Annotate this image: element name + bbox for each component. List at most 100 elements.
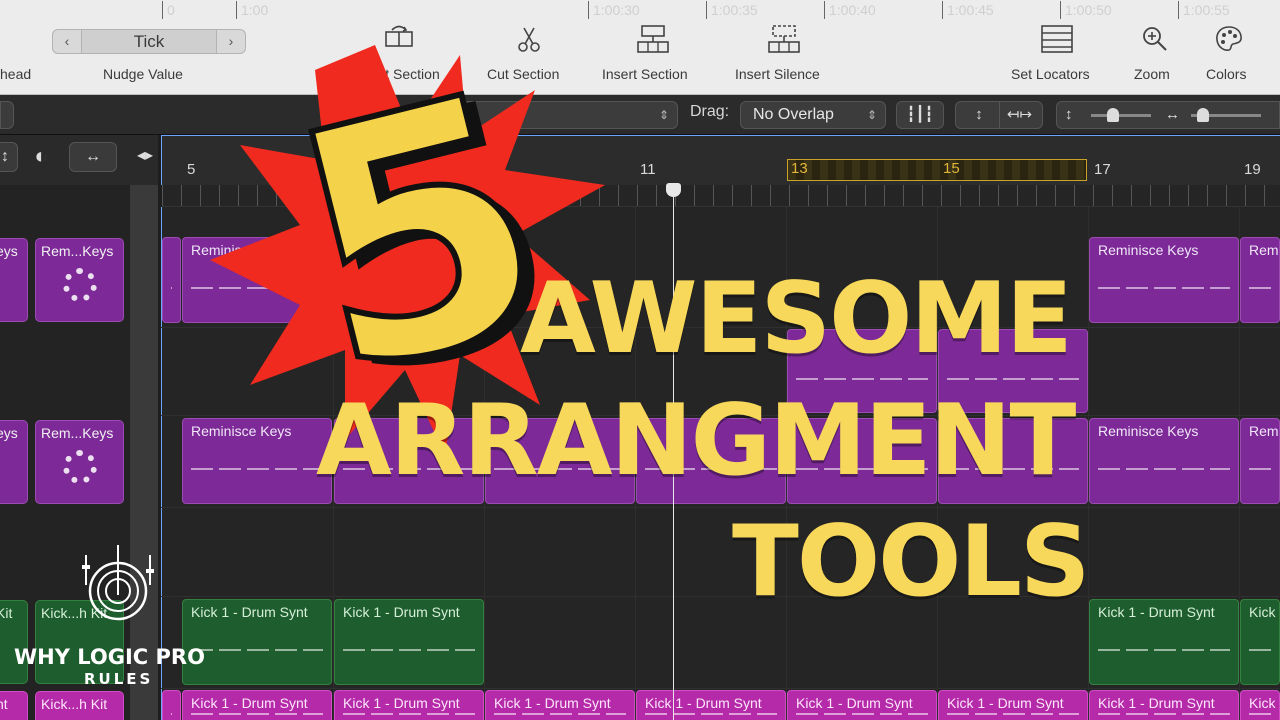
region-label: Kick 1 - Drum Synt: [796, 695, 913, 711]
vertical-zoom-slider[interactable]: [1091, 114, 1151, 117]
ruler-time-label: 1:00:50: [1060, 1, 1112, 19]
contrast-icon[interactable]: ◐: [26, 142, 56, 172]
region[interactable]: Kick 1 - Drum Synt: [182, 599, 332, 685]
playhead-label-fragment: head: [0, 66, 32, 82]
region[interactable]: [162, 237, 181, 323]
track-header-cell[interactable]: eys: [0, 238, 28, 322]
track-label: Rem...Keys: [41, 243, 114, 259]
vertical-horizontal-fit-group[interactable]: ↕ ↤↦: [955, 101, 1043, 129]
region-label: Reminisce Keys: [1098, 242, 1199, 258]
region[interactable]: Kick 1 - Drum Synt: [938, 690, 1088, 720]
region[interactable]: Reminisce Keys: [1089, 237, 1239, 323]
drummer-icon: [62, 449, 97, 484]
region[interactable]: Rem: [1240, 237, 1280, 323]
cycle-range[interactable]: [787, 159, 1087, 181]
region[interactable]: Kick 1 - Drum Synt: [182, 690, 332, 720]
ruler-time-label: 0: [162, 1, 175, 19]
chevron-updown-icon[interactable]: ↕: [0, 142, 18, 172]
drag-label: Drag:: [690, 103, 730, 120]
region[interactable]: Kick 1 - Drum Synt: [1089, 690, 1239, 720]
track-divider: [161, 596, 1280, 597]
split-icon[interactable]: ◂▸: [133, 142, 157, 172]
ruler-time-label: 1:00:30: [588, 1, 640, 19]
fit-vertical-icon[interactable]: ↕: [959, 102, 999, 128]
set-locators-icon[interactable]: [1040, 22, 1074, 56]
waveform-zoom-icon[interactable]: ┇┃┇: [896, 101, 944, 129]
region-label: Kick 1 - Drum Synt: [191, 604, 308, 620]
nudge-value-label: Nudge Value: [103, 66, 183, 82]
vertical-zoom-thumb[interactable]: [1107, 108, 1119, 122]
track-header-scrollbar[interactable]: [130, 185, 158, 720]
zoom-icon[interactable]: [1138, 22, 1172, 56]
drag-mode-value: No Overlap: [753, 106, 834, 123]
chevron-left-icon[interactable]: ‹: [53, 30, 81, 53]
track-header-cell[interactable]: Kit: [0, 600, 28, 684]
zoom-button[interactable]: Zoom: [1134, 66, 1170, 82]
track-label: eys: [0, 425, 18, 441]
region[interactable]: Kick 1 - Drum Synt: [787, 690, 937, 720]
chevron-updown-icon: ⇕: [658, 108, 669, 122]
arrange-toolbar: S ⇕ No Overlap ⇕ ┇┃┇ ↕ ↤↦ ↕ ↔: [0, 95, 1280, 135]
why-logic-pro-logo: [82, 545, 154, 621]
region-label: Kick 1 - Drum Synt: [343, 695, 460, 711]
region[interactable]: Kick 1 - Drum Synt: [636, 690, 786, 720]
insert-silence-icon[interactable]: [767, 22, 801, 56]
watermark-title: WHY LOGIC PRO: [14, 645, 205, 669]
insert-silence-button[interactable]: Insert Silence: [735, 66, 820, 82]
watermark-subtitle: RULES: [84, 670, 154, 688]
palette-icon[interactable]: [1212, 22, 1246, 56]
vertical-zoom-icon: ↕: [1065, 106, 1073, 123]
region[interactable]: Kick: [1240, 690, 1280, 720]
ruler-bar-number: 19: [1244, 161, 1261, 178]
track-label: Kit: [0, 605, 13, 621]
region[interactable]: Kick 1 - Drum Synt: [485, 690, 635, 720]
ruler-time-label: 1:00:45: [942, 1, 994, 19]
horizontal-zoom-icon: ↔: [1165, 106, 1180, 123]
track-header-cell[interactable]: nt: [0, 691, 28, 720]
track-label: eys: [0, 243, 18, 259]
track-header-cell[interactable]: Rem...Keys: [35, 238, 124, 322]
track-header-cell[interactable]: Rem...Keys: [35, 420, 124, 504]
region-label: Reminisce Keys: [1098, 423, 1199, 439]
ruler-time-label: 1:00:35: [706, 1, 758, 19]
expand-horizontal-icon[interactable]: ↔: [69, 142, 117, 172]
ruler-bar-number: 11: [640, 161, 656, 178]
track-label: Kick...h Kit: [41, 696, 108, 712]
playhead-handle[interactable]: [666, 183, 681, 197]
region[interactable]: [162, 690, 181, 720]
region[interactable]: Kick 1 - Drum Synt: [334, 690, 484, 720]
region-label: Kick 1 - Drum Synt: [343, 604, 460, 620]
region-label: Kick 1 - Drum Synt: [191, 695, 308, 711]
ruler-time-label: 1:00:55: [1178, 1, 1230, 19]
insert-section-icon[interactable]: [636, 22, 670, 56]
region-label: Kick 1 - Drum Synt: [1098, 695, 1215, 711]
region[interactable]: Kick 1 - Drum Synt: [1089, 599, 1239, 685]
region[interactable]: Kick 1 - Drum Synt: [334, 599, 484, 685]
region-label: Kick 1 - Drum Synt: [947, 695, 1064, 711]
track-label: Rem...Keys: [41, 425, 114, 441]
set-locators-button[interactable]: Set Locators: [1011, 66, 1090, 82]
chevron-updown-icon: ⇕: [866, 108, 877, 122]
ruler-bar-number: 17: [1094, 161, 1111, 178]
drummer-icon: [62, 267, 97, 302]
region[interactable]: Kick: [1240, 599, 1280, 685]
region[interactable]: Reminisce Keys: [1089, 418, 1239, 504]
title-line-3: TOOLS: [732, 505, 1090, 619]
track-header-cell[interactable]: Kick...h Kit: [35, 691, 124, 720]
ruler-time-label: 1:00:40: [824, 1, 876, 19]
colors-button[interactable]: Colors: [1206, 66, 1246, 82]
region[interactable]: Rem: [1240, 418, 1280, 504]
fit-horizontal-icon[interactable]: ↤↦: [999, 102, 1039, 128]
track-header-cell[interactable]: eys: [0, 420, 28, 504]
ruler-bar-number: 5: [187, 161, 196, 178]
track-label: nt: [0, 696, 8, 712]
region-label: Rem: [1249, 423, 1279, 439]
zoom-sliders[interactable]: ↕ ↔: [1056, 101, 1280, 129]
left-edit-menu[interactable]: [0, 101, 14, 129]
region-label: Rem: [1249, 242, 1279, 258]
cycle-bar-number: 13: [791, 160, 808, 177]
region-label: Kick 1 - Drum Synt: [494, 695, 611, 711]
horizontal-zoom-thumb[interactable]: [1197, 108, 1209, 122]
region-label: Kick: [1249, 604, 1276, 620]
drag-mode-select[interactable]: No Overlap ⇕: [740, 101, 886, 129]
